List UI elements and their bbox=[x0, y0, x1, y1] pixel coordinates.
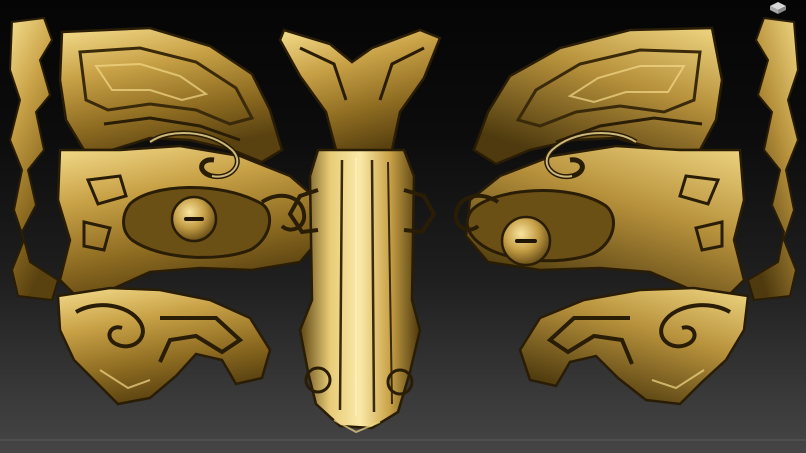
mask-center-ridge bbox=[278, 28, 442, 434]
mask-right-half bbox=[453, 16, 800, 406]
mask-left-half bbox=[8, 16, 324, 406]
left-horn bbox=[58, 26, 284, 164]
right-ear-flange bbox=[746, 16, 800, 302]
navigation-cube-icon[interactable] bbox=[767, 0, 789, 14]
left-ear-flange bbox=[8, 16, 60, 302]
right-horn bbox=[472, 26, 724, 166]
bronze-mask-model[interactable] bbox=[0, 0, 806, 453]
3d-viewport[interactable] bbox=[0, 0, 806, 453]
